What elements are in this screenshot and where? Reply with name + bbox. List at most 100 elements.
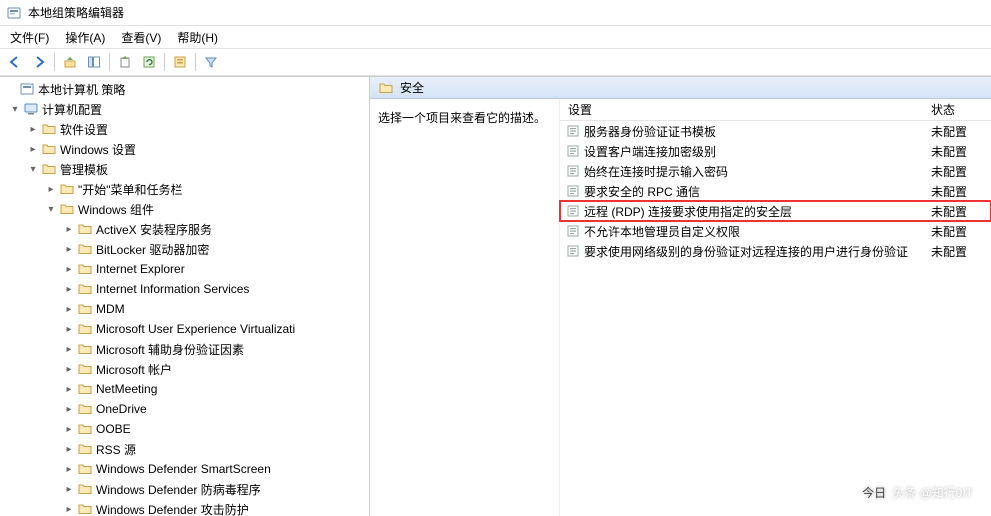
chevron-right-icon[interactable]: ▸ — [62, 362, 76, 376]
tree-label: Internet Explorer — [94, 262, 185, 276]
chevron-right-icon[interactable]: ▸ — [62, 422, 76, 436]
setting-row[interactable]: 远程 (RDP) 连接要求使用指定的安全层未配置 — [560, 201, 991, 221]
chevron-right-icon[interactable]: ▸ — [62, 282, 76, 296]
tree-label: Windows Defender 防病毒程序 — [94, 481, 261, 498]
show-hide-tree-button[interactable] — [83, 51, 105, 73]
tree-item[interactable]: ▸ Internet Information Services — [0, 279, 369, 299]
chevron-down-icon[interactable]: ▾ — [8, 102, 22, 116]
folder-icon — [76, 301, 94, 317]
setting-state-cell: 未配置 — [931, 123, 991, 140]
folder-title: 安全 — [400, 79, 424, 96]
folder-icon — [378, 80, 394, 96]
setting-state-cell: 未配置 — [931, 223, 991, 240]
properties-button[interactable] — [169, 51, 191, 73]
watermark-icon: 今日 — [862, 480, 886, 504]
expander-icon — [4, 82, 18, 96]
setting-row[interactable]: 要求安全的 RPC 通信未配置 — [560, 181, 991, 201]
tree-windows-components[interactable]: ▾ Windows 组件 — [0, 199, 369, 219]
setting-row[interactable]: 始终在连接时提示输入密码未配置 — [560, 161, 991, 181]
folder-icon — [76, 501, 94, 516]
tree-item[interactable]: ▸MDM — [0, 299, 369, 319]
setting-state-cell: 未配置 — [931, 183, 991, 200]
back-button[interactable] — [4, 51, 26, 73]
tree-label: Microsoft 帐户 — [94, 361, 172, 378]
chevron-right-icon[interactable]: ▸ — [62, 382, 76, 396]
settings-rows: 服务器身份验证证书模板未配置设置客户端连接加密级别未配置始终在连接时提示输入密码… — [560, 121, 991, 261]
tree-label: Microsoft User Experience Virtualizati — [94, 322, 295, 336]
setting-name-cell: 服务器身份验证证书模板 — [560, 123, 931, 140]
setting-state-cell: 未配置 — [931, 143, 991, 160]
content-area: 本地计算机 策略 ▾ 计算机配置 ▸ 软件设置 ▸ Windows 设置 ▾ 管… — [0, 76, 991, 516]
menu-help[interactable]: 帮助(H) — [169, 26, 226, 49]
chevron-right-icon[interactable]: ▸ — [44, 182, 58, 196]
export-button[interactable] — [114, 51, 136, 73]
tree-item[interactable]: ▸OOBE — [0, 419, 369, 439]
menu-file[interactable]: 文件(F) — [2, 26, 57, 49]
columns-header: 设置 状态 — [560, 99, 991, 121]
tree-item[interactable]: ▸ Microsoft 帐户 — [0, 359, 369, 379]
tree-computer-config[interactable]: ▾ 计算机配置 — [0, 99, 369, 119]
setting-row[interactable]: 设置客户端连接加密级别未配置 — [560, 141, 991, 161]
setting-label: 要求使用网络级别的身份验证对远程连接的用户进行身份验证 — [584, 243, 908, 260]
tree-software-settings[interactable]: ▸ 软件设置 — [0, 119, 369, 139]
tree-item[interactable]: ▸ActiveX 安装程序服务 — [0, 219, 369, 239]
tree-label: Windows 设置 — [58, 141, 136, 158]
filter-button[interactable] — [200, 51, 222, 73]
tree-admin-templates[interactable]: ▾ 管理模板 — [0, 159, 369, 179]
chevron-right-icon[interactable]: ▸ — [26, 142, 40, 156]
tree-label: Windows 组件 — [76, 201, 154, 218]
chevron-right-icon[interactable]: ▸ — [62, 262, 76, 276]
chevron-right-icon[interactable]: ▸ — [62, 402, 76, 416]
setting-icon — [566, 204, 580, 218]
chevron-right-icon[interactable]: ▸ — [62, 322, 76, 336]
tree-item[interactable]: ▸OneDrive — [0, 399, 369, 419]
chevron-right-icon[interactable]: ▸ — [62, 242, 76, 256]
window-title: 本地组策略编辑器 — [28, 4, 124, 21]
refresh-button[interactable] — [138, 51, 160, 73]
chevron-right-icon[interactable]: ▸ — [62, 462, 76, 476]
tree-item[interactable]: ▸ Microsoft User Experience Virtualizati — [0, 319, 369, 339]
chevron-right-icon[interactable]: ▸ — [62, 442, 76, 456]
tree-item[interactable]: ▸ Internet Explorer — [0, 259, 369, 279]
tree-start-menu[interactable]: ▸ "开始"菜单和任务栏 — [0, 179, 369, 199]
tree-item[interactable]: ▸Windows Defender SmartScreen — [0, 459, 369, 479]
up-button[interactable] — [59, 51, 81, 73]
tree-item[interactable]: ▸ Microsoft 辅助身份验证因素 — [0, 339, 369, 359]
tree-item[interactable]: ▸ NetMeeting — [0, 379, 369, 399]
chevron-right-icon[interactable]: ▸ — [62, 302, 76, 316]
tree-windows-settings[interactable]: ▸ Windows 设置 — [0, 139, 369, 159]
folder-icon — [76, 481, 94, 497]
tree-label: 管理模板 — [58, 161, 108, 178]
tree-label: NetMeeting — [94, 382, 157, 396]
setting-row[interactable]: 服务器身份验证证书模板未配置 — [560, 121, 991, 141]
chevron-down-icon[interactable]: ▾ — [26, 162, 40, 176]
menu-action[interactable]: 操作(A) — [57, 26, 113, 49]
tree-item[interactable]: ▸RSS 源 — [0, 439, 369, 459]
setting-row[interactable]: 要求使用网络级别的身份验证对远程连接的用户进行身份验证未配置 — [560, 241, 991, 261]
menu-view[interactable]: 查看(V) — [113, 26, 169, 49]
column-state-header[interactable]: 状态 — [931, 101, 991, 118]
tree-item[interactable]: ▸Windows Defender 攻击防护 — [0, 499, 369, 516]
tree-root[interactable]: 本地计算机 策略 — [0, 79, 369, 99]
tree-item[interactable]: ▸ Windows Defender 防病毒程序 — [0, 479, 369, 499]
chevron-right-icon[interactable]: ▸ — [26, 122, 40, 136]
chevron-right-icon[interactable]: ▸ — [62, 342, 76, 356]
tree-item[interactable]: ▸BitLocker 驱动器加密 — [0, 239, 369, 259]
chevron-down-icon[interactable]: ▾ — [44, 202, 58, 216]
tree-label: Microsoft 辅助身份验证因素 — [94, 341, 244, 358]
forward-button[interactable] — [28, 51, 50, 73]
chevron-right-icon[interactable]: ▸ — [62, 482, 76, 496]
folder-icon — [40, 141, 58, 157]
chevron-right-icon[interactable]: ▸ — [62, 222, 76, 236]
column-setting-header[interactable]: 设置 — [560, 101, 931, 118]
right-pane: 安全 选择一个项目来查看它的描述。 设置 状态 服务器身份验证证书模板未配置设置… — [370, 77, 991, 516]
setting-row[interactable]: 不允许本地管理员自定义权限未配置 — [560, 221, 991, 241]
app-icon — [6, 5, 22, 21]
folder-icon — [76, 221, 94, 237]
tree-pane[interactable]: 本地计算机 策略 ▾ 计算机配置 ▸ 软件设置 ▸ Windows 设置 ▾ 管… — [0, 77, 370, 516]
tree-label: Internet Information Services — [94, 282, 249, 296]
details-area: 选择一个项目来查看它的描述。 设置 状态 服务器身份验证证书模板未配置设置客户端… — [370, 99, 991, 516]
chevron-right-icon[interactable]: ▸ — [62, 502, 76, 516]
folder-header: 安全 — [370, 77, 991, 99]
policy-icon — [18, 81, 36, 97]
